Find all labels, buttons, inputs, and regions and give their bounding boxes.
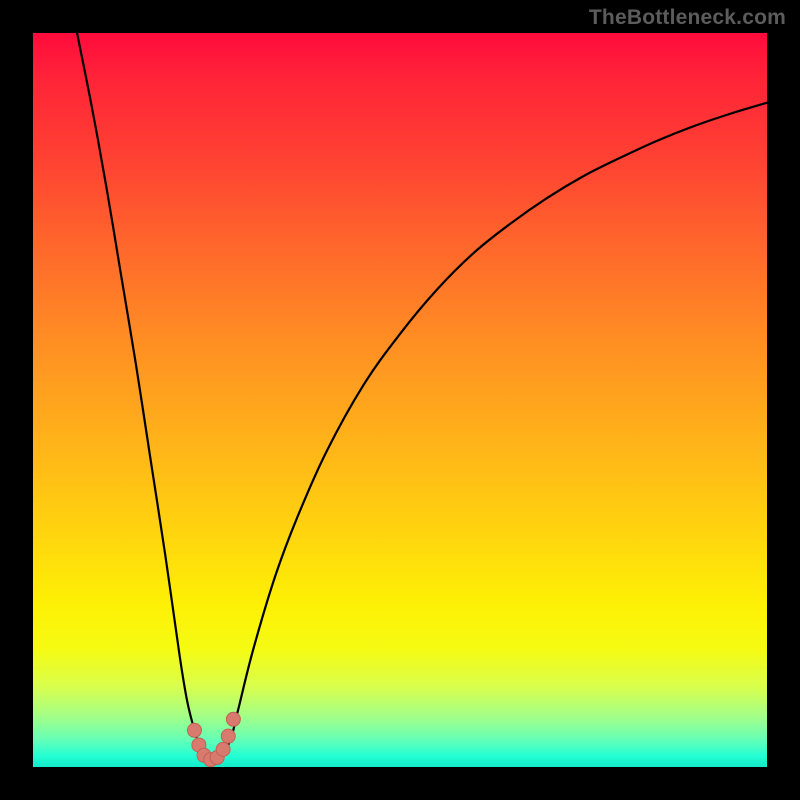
curve-marker	[226, 712, 240, 726]
curve-marker	[187, 723, 201, 737]
watermark-text: TheBottleneck.com	[589, 6, 786, 30]
curve-marker	[216, 742, 230, 756]
chart-frame: TheBottleneck.com	[0, 0, 800, 800]
curve-marker	[221, 729, 235, 743]
bottleneck-curve-path	[77, 33, 767, 761]
bottleneck-curve-svg	[33, 33, 767, 767]
curve-minimum-markers	[187, 712, 240, 766]
